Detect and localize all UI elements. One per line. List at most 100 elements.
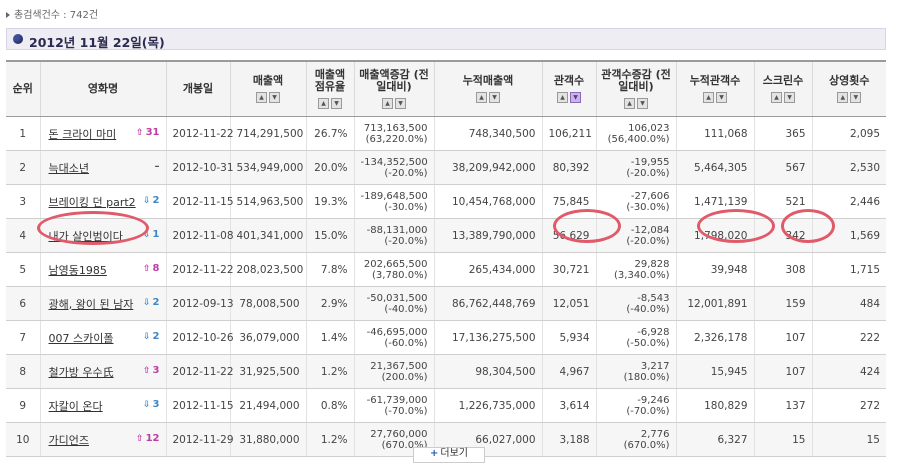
cell-shows: 2,446 <box>811 184 886 219</box>
cell-audience: 30,721 <box>541 252 596 287</box>
sort-down-icon[interactable]: ▼ <box>489 92 500 103</box>
movie-title-link[interactable]: 내가 살인범이다 <box>49 230 123 243</box>
cell-sales: 21,494,000 <box>229 388 306 423</box>
table-row: 6 광해, 왕이 된 남자 ⇩ 2 2012-09-13 78,008,500 2.9% -5… <box>6 286 886 321</box>
cell-title: 늑대소년 – <box>39 150 166 185</box>
cell-rank: 1 <box>6 116 40 151</box>
movie-title-link[interactable]: 가디언즈 <box>49 434 89 447</box>
more-button[interactable]: + 더보기 <box>413 447 485 463</box>
sort-down-icon[interactable]: ▼ <box>716 92 727 103</box>
cell-cum-audience: 111,068 <box>675 116 754 151</box>
cell-audience: 75,845 <box>541 184 596 219</box>
sort-down-icon[interactable]: ▼ <box>269 92 280 103</box>
sort-up-icon[interactable]: ▲ <box>624 98 635 109</box>
cell-cum-audience: 180,829 <box>675 388 754 423</box>
aud-delta-value: -19,955 <box>630 156 670 168</box>
aud-delta-pct: (-50.0%) <box>626 337 670 349</box>
movie-title-link[interactable]: 광해, 왕이 된 남자 <box>49 298 134 311</box>
bullet-icon <box>13 34 23 44</box>
sort-down-active-icon[interactable]: ▼ <box>570 92 581 103</box>
plus-icon: + <box>430 448 439 459</box>
sales-delta-value: -50,031,500 <box>366 292 428 304</box>
movie-title-link[interactable]: 늑대소년 <box>49 162 89 175</box>
cell-title: 돈 크라이 마미 ⇧ 31 <box>39 116 166 151</box>
cell-rank: 3 <box>6 184 40 219</box>
col-cum-audience: 누적관객수 ▲ ▼ <box>675 60 754 117</box>
sort-down-icon[interactable]: ▼ <box>637 98 648 109</box>
cell-cum-audience: 5,464,305 <box>675 150 754 185</box>
cell-share: 2.9% <box>305 286 354 321</box>
sort-down-icon[interactable]: ▼ <box>784 92 795 103</box>
cell-sales-delta: 21,367,500 (200.0%) <box>353 354 434 389</box>
sort-up-icon[interactable]: ▲ <box>557 92 568 103</box>
cell-share: 1.4% <box>305 320 354 355</box>
cell-cum-sales: 748,340,500 <box>433 116 542 151</box>
boxoffice-table: 순위 영화명 개봉일 매출액 ▲ ▼ 매출액 점유율 ▲ ▼ 매출액증감 (전일대비… <box>6 60 886 457</box>
sales-delta-pct: (-60.0%) <box>384 337 428 349</box>
cell-title: 007 스카이폴 ⇩ 2 <box>39 320 166 355</box>
cell-screens: 15 <box>753 422 812 457</box>
cell-release: 2012-09-13 <box>165 286 234 321</box>
cell-rank: 8 <box>6 354 40 389</box>
cell-audience: 3,188 <box>541 422 596 457</box>
cell-sales: 714,291,500 <box>229 116 306 151</box>
sort-up-icon[interactable]: ▲ <box>476 92 487 103</box>
cell-cum-audience: 15,945 <box>675 354 754 389</box>
cell-share: 19.3% <box>305 184 354 219</box>
table-row: 2 늑대소년 –2012-10-31 534,949,000 20.0% -134,352… <box>6 150 886 185</box>
cell-sales: 514,963,500 <box>229 184 306 219</box>
rank-change: ⇩ 2 <box>143 297 160 308</box>
cell-shows: 15 <box>811 422 886 457</box>
cell-audience-delta: 2,776 (670.0%) <box>595 422 676 457</box>
rank-change: ⇩ 3 <box>143 399 160 410</box>
sales-delta-value: -134,352,500 <box>360 156 428 168</box>
movie-title-link[interactable]: 브레이킹 던 part2 <box>49 196 136 209</box>
sort-down-icon[interactable]: ▼ <box>331 98 342 109</box>
date-header-bar: 2012년 11월 22일(목) <box>6 28 886 50</box>
rank-up-arrow-icon: ⇧ <box>142 366 151 376</box>
cell-sales-delta: 202,665,500 (3,780.0%) <box>353 252 434 287</box>
rank-change: – <box>155 161 160 172</box>
col-sales-delta: 매출액증감 (전일대비) ▲ ▼ <box>353 60 434 117</box>
cell-cum-sales: 38,209,942,000 <box>433 150 542 185</box>
cell-shows: 424 <box>811 354 886 389</box>
cell-cum-audience: 1,471,139 <box>675 184 754 219</box>
sort-down-icon[interactable]: ▼ <box>395 98 406 109</box>
sales-delta-value: 27,760,000 <box>370 428 428 440</box>
movie-title-link[interactable]: 자칼이 온다 <box>49 400 103 413</box>
cell-screens: 567 <box>753 150 812 185</box>
cell-sales: 208,023,500 <box>229 252 306 287</box>
movie-title-link[interactable]: 007 스카이폴 <box>49 332 114 345</box>
movie-title-link[interactable]: 돈 크라이 마미 <box>49 128 117 141</box>
sales-delta-value: 202,665,500 <box>363 258 428 270</box>
sort-down-icon[interactable]: ▼ <box>850 92 862 103</box>
sales-delta-pct: (-40.0%) <box>384 303 428 315</box>
col-release: 개봉일 <box>165 60 230 117</box>
aud-delta-value: 106,023 <box>628 122 670 134</box>
cell-audience: 106,211 <box>541 116 596 151</box>
cell-cum-audience: 6,327 <box>675 422 754 457</box>
sales-delta-pct: (3,780.0%) <box>372 269 428 281</box>
rank-change-value: 2 <box>152 331 160 342</box>
table-row: 5 남영동1985 ⇧ 8 2012-11-22 208,023,500 7.8% 202,6… <box>6 252 886 287</box>
movie-title-link[interactable]: 남영동1985 <box>49 264 107 277</box>
sort-up-icon[interactable]: ▲ <box>703 92 714 103</box>
sort-up-icon[interactable]: ▲ <box>256 92 267 103</box>
cell-audience: 56,629 <box>541 218 596 253</box>
cell-sales: 534,949,000 <box>229 150 306 185</box>
col-sales: 매출액 ▲ ▼ <box>229 60 306 117</box>
cell-title: 브레이킹 던 part2 ⇩ 2 <box>39 184 166 219</box>
date-title: 2012년 11월 22일(목) <box>29 35 165 50</box>
cell-share: 7.8% <box>305 252 354 287</box>
movie-title-link[interactable]: 철가방 우수氏 <box>49 366 114 379</box>
aud-delta-value: -6,928 <box>637 326 670 338</box>
sort-up-icon[interactable]: ▲ <box>318 98 329 109</box>
cell-sales-delta: -46,695,000 (-60.0%) <box>353 320 434 355</box>
sort-up-icon[interactable]: ▲ <box>771 92 782 103</box>
cell-audience-delta: -27,606 (-30.0%) <box>595 184 676 219</box>
cell-share: 15.0% <box>305 218 354 253</box>
sort-up-icon[interactable]: ▲ <box>837 92 849 103</box>
sort-up-icon[interactable]: ▲ <box>382 98 393 109</box>
col-title: 영화명 <box>39 60 166 117</box>
col-share: 매출액 점유율 ▲ ▼ <box>305 60 354 117</box>
